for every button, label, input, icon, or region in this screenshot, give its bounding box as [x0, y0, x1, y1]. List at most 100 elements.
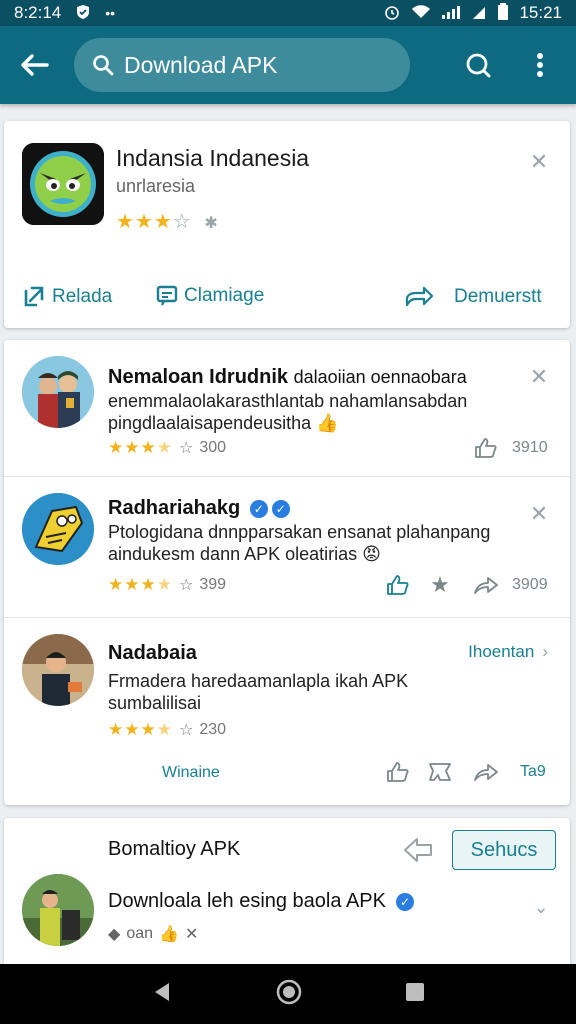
search-value: Download APK	[124, 51, 278, 78]
app-bar: Download APK	[0, 26, 576, 104]
search-input[interactable]: Download APK	[74, 38, 410, 92]
footer-link[interactable]: Winaine	[162, 764, 220, 782]
search-button[interactable]	[458, 45, 498, 85]
meta-text: oan	[126, 925, 154, 942]
action-right[interactable]: Demuerstt	[404, 285, 542, 309]
meta-count: 230	[199, 721, 227, 738]
star-filled-icon: ★	[134, 211, 154, 233]
tag-icon: ◆	[108, 926, 121, 943]
avatar	[22, 874, 94, 946]
status-bar: 8:2:14 •• 15:21	[0, 0, 576, 26]
thumb-outline-icon: ☆	[178, 577, 194, 594]
post-author: Nemaloan Idrudnik dalaoiian oennaobara	[108, 366, 467, 389]
sparkle-icon: ✱	[204, 215, 219, 232]
share-icon	[474, 764, 498, 781]
nav-home-button[interactable]	[275, 978, 303, 1011]
post-meta: ★★★★ ☆ 300	[108, 438, 226, 458]
verified-icon: ✓	[249, 499, 268, 518]
arrow-left-icon	[21, 54, 49, 76]
post-author: Radhariahakg ✓ ✓	[108, 497, 290, 520]
more-vertical-icon	[537, 53, 543, 77]
app-card[interactable]: Indansia Indanesia unrlaresia ★★★☆ ✱ ✕ R…	[4, 121, 570, 328]
action-left-label: Relada	[52, 286, 113, 307]
action-middle[interactable]: Clamiage	[156, 285, 264, 307]
close-icon: ✕	[529, 149, 549, 174]
status-time-right: 15:21	[519, 3, 562, 22]
tag-icon	[429, 763, 451, 781]
thumbs-up-icon	[475, 438, 497, 458]
like-button[interactable]	[384, 571, 412, 599]
dismiss-button[interactable]: ✕	[526, 364, 552, 390]
action-middle-label: Clamiage	[184, 285, 265, 306]
avatar	[22, 493, 94, 565]
post-emoji: 😡	[362, 544, 381, 564]
follow-link[interactable]: Ihoentan ›	[468, 642, 548, 662]
list-item[interactable]: Nadabaia Ihoentan › Frmadera haredaamanl…	[4, 618, 570, 805]
post-text: enemmalaolakarasthlantab nahamlansabdan …	[108, 391, 468, 433]
recents-square-icon	[406, 982, 424, 1001]
notification-dots-icon: ••	[105, 5, 116, 21]
thumbs-up-icon: 👍	[159, 926, 179, 943]
dismiss-button[interactable]: ✕	[526, 501, 552, 527]
thumb-outline-icon: ☆	[178, 440, 194, 457]
meta-count: 300	[199, 439, 227, 456]
list-item[interactable]: Nemaloan Idrudnik dalaoiian oennaobara e…	[4, 340, 570, 476]
post-body: Ptologidana dnnpparsakan ensanat plahanp…	[108, 521, 538, 565]
share-icon	[405, 286, 434, 307]
post-author: Nadabaia	[108, 642, 197, 664]
post-text: Downloala leh esing baola APK	[108, 890, 386, 912]
expand-button[interactable]: ⌄	[528, 894, 554, 920]
post-author-name: Nemaloan Idrudnik	[108, 366, 289, 388]
verified-icon: ✓	[395, 892, 414, 911]
like-button[interactable]	[384, 758, 412, 786]
thumbs-up-icon	[387, 762, 409, 782]
verified-icon: ✓	[271, 499, 290, 518]
battery-icon	[497, 3, 509, 23]
close-icon: ✕	[529, 364, 549, 389]
nav-back-button[interactable]	[151, 981, 173, 1008]
nav-recents-button[interactable]	[405, 982, 425, 1007]
share-button[interactable]	[472, 571, 500, 599]
thumbs-up-icon	[387, 575, 409, 595]
chevron-down-icon: ⌄	[533, 896, 549, 917]
share-icon	[474, 577, 498, 594]
app-subtitle: unrlaresia	[116, 176, 196, 196]
section-heading: Bomaltioy APK	[108, 838, 241, 860]
status-time-left: 8:2:14	[14, 3, 62, 22]
action-left[interactable]: Relada	[22, 285, 112, 309]
signal-icon	[441, 4, 461, 22]
meta-count: 399	[199, 576, 227, 593]
shield-icon	[75, 4, 91, 22]
overflow-menu-button[interactable]	[520, 45, 560, 85]
close-icon: ✕	[529, 501, 549, 526]
rating: ★★★★	[108, 720, 173, 739]
search-icon	[466, 53, 491, 78]
rating: ★★★★	[108, 575, 173, 594]
follow-link-label: Ihoentan	[468, 642, 535, 661]
post-body: enemmalaolakarasthlantab nahamlansabdan …	[108, 390, 508, 434]
share-button[interactable]	[472, 758, 500, 786]
pin-button[interactable]	[402, 834, 434, 866]
wifi-icon	[411, 4, 431, 22]
tag-button[interactable]	[426, 758, 454, 786]
share-count: 3909	[512, 576, 548, 593]
favorite-button[interactable]: ★	[426, 571, 454, 599]
system-nav-bar	[0, 964, 576, 1024]
app-logo	[22, 143, 104, 225]
post-body: Frmadera haredaamanlapla ikah APK sumbal…	[108, 671, 409, 713]
post-author: Downloala leh esing baola APK ✓	[108, 890, 414, 913]
share-link-icon	[24, 286, 44, 307]
thumb-outline-icon: ☆	[178, 722, 194, 739]
dismiss-button[interactable]: ✕	[526, 149, 552, 175]
close-icon: ✕	[184, 926, 199, 943]
app-rating: ★★★☆ ✱	[116, 209, 219, 234]
post-meta: ★★★★ ☆ 230	[108, 720, 226, 740]
like-button[interactable]	[472, 434, 500, 462]
list-item[interactable]: Radhariahakg ✓ ✓ Ptologidana dnnpparsakan…	[4, 477, 570, 617]
avatar	[22, 356, 94, 428]
action-button[interactable]: Sehucs	[452, 830, 556, 870]
post-author-tail: dalaoiian oennaobara	[293, 367, 467, 387]
comment-icon	[156, 285, 178, 306]
back-button[interactable]	[14, 45, 54, 85]
action-right-label: Demuerstt	[454, 286, 542, 307]
